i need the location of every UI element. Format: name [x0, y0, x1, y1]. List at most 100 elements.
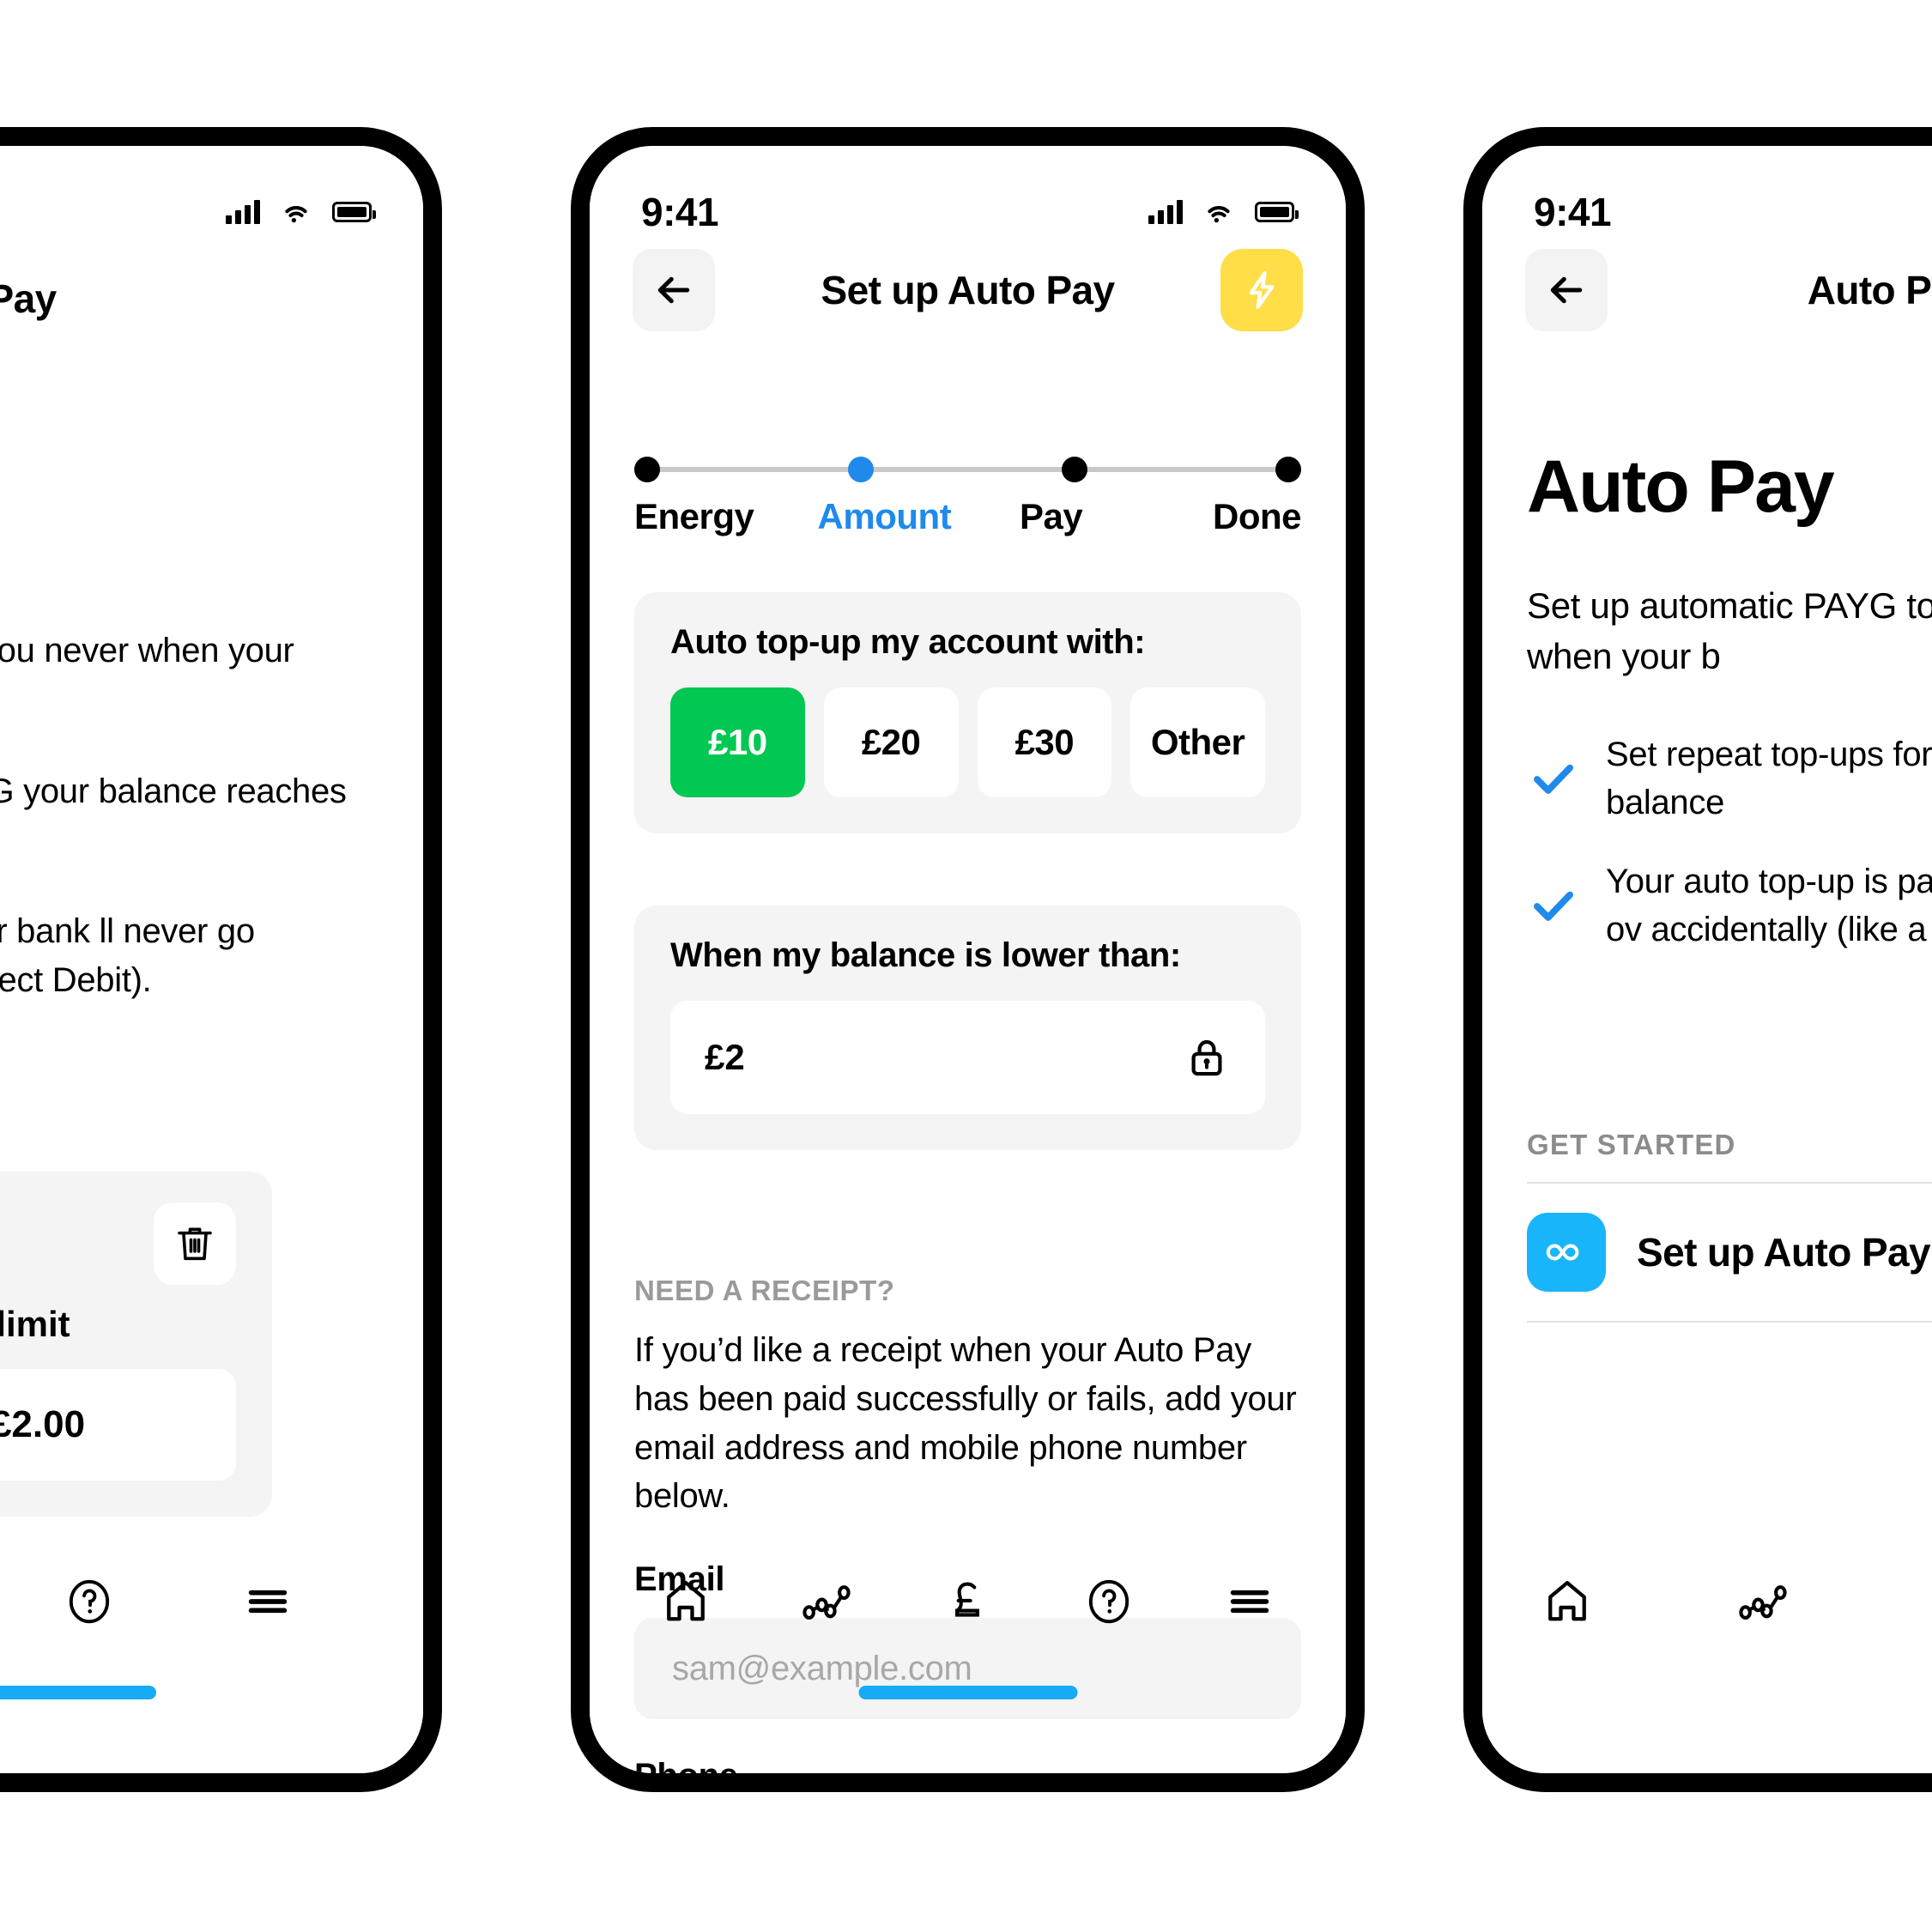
- infinity-icon: [1527, 1213, 1606, 1292]
- tab-payments[interactable]: [1925, 1568, 1932, 1635]
- amount-card: Auto top-up my account with: £10 £20 £30…: [634, 592, 1301, 833]
- hero-title: Auto Pay: [1527, 445, 1835, 528]
- tab-help[interactable]: [1075, 1568, 1142, 1635]
- signal-icon: [226, 200, 260, 224]
- get-started-section: GET STARTED Set up Auto Pay: [1527, 1129, 1932, 1323]
- back-button[interactable]: [633, 249, 715, 331]
- menu-icon: [1230, 1590, 1269, 1614]
- stepper-track: [634, 455, 1301, 484]
- tab-payments[interactable]: [934, 1568, 1001, 1635]
- phone-label: Phone: [634, 1757, 1301, 1773]
- signal-icon: [1148, 200, 1183, 224]
- tab-bar-right: [1482, 1550, 1932, 1653]
- left-body-text: c PAYG top-ups so you never when your ba…: [0, 627, 397, 1005]
- help-icon: [1088, 1579, 1129, 1624]
- page-title: Auto Pay: [1807, 268, 1932, 312]
- screen-middle: 9:41 Set up Auto Pay Energy Amount Pay D…: [590, 146, 1346, 1773]
- delete-button[interactable]: [154, 1202, 236, 1285]
- check-icon: [1534, 764, 1573, 794]
- tab-menu[interactable]: [234, 1568, 301, 1635]
- credit-limit-value[interactable]: £2.00: [0, 1369, 236, 1481]
- page-title: Set up Auto Pay: [821, 268, 1116, 312]
- benefit-text: Set repeat top-ups for yo meter when you…: [1606, 735, 1932, 821]
- stepper-dot-amount[interactable]: [848, 457, 874, 482]
- nav-header-right: Auto Pay: [1482, 247, 1932, 333]
- threshold-value: £2: [705, 1037, 745, 1077]
- chart-icon: [802, 1585, 851, 1620]
- amount-options: £10 £20 £30 Other: [670, 687, 1265, 797]
- paragraph-1: c PAYG top-ups so you never when your ba…: [0, 632, 294, 669]
- list-item: Set repeat top-ups for yo meter when you…: [1527, 730, 1932, 827]
- back-arrow-icon: [1550, 276, 1583, 304]
- status-bar-right: 9:41: [1482, 182, 1932, 242]
- wifi-icon: [1208, 206, 1230, 223]
- status-icons-left: [226, 200, 376, 224]
- amount-option-other[interactable]: Other: [1130, 687, 1265, 797]
- amount-option-30[interactable]: £30: [977, 687, 1112, 797]
- tab-usage[interactable]: [793, 1568, 860, 1635]
- home-icon: [1548, 1581, 1586, 1621]
- nav-header-mid: Set up Auto Pay: [590, 247, 1346, 333]
- phone-middle: 9:41 Set up Auto Pay Energy Amount Pay D…: [571, 127, 1365, 1792]
- wifi-icon: [285, 206, 307, 223]
- tab-menu[interactable]: [1216, 1568, 1283, 1635]
- amount-option-20[interactable]: £20: [823, 687, 959, 797]
- screenshot-canvas: 9:41 Auto Pay c PAYG top-ups so you neve…: [0, 0, 1932, 1932]
- trash-icon: [178, 1227, 212, 1261]
- lock-icon: [1191, 1040, 1222, 1076]
- home-icon: [667, 1581, 705, 1621]
- tab-home[interactable]: [1534, 1568, 1601, 1635]
- receipt-body: If you’d like a receipt when your Auto P…: [634, 1331, 1297, 1516]
- credit-limit-label: Credit limit: [0, 1304, 70, 1344]
- page-title: Auto Pay: [0, 276, 57, 321]
- chart-icon: [1739, 1585, 1787, 1620]
- tab-usage[interactable]: [1729, 1568, 1796, 1635]
- status-time-right: 9:41: [1534, 190, 1612, 234]
- home-indicator-mid: [858, 1686, 1077, 1699]
- back-button[interactable]: [1525, 249, 1608, 331]
- stepper-dots: [634, 457, 1301, 482]
- benefit-list: Set repeat top-ups for yo meter when you…: [1527, 730, 1932, 954]
- receipt-kicker: NEED A RECEIPT?: [634, 1275, 895, 1306]
- stepper-label-done: Done: [1213, 496, 1302, 536]
- stepper-labels: Energy Amount Pay Done: [634, 496, 1302, 537]
- threshold-card: When my balance is lower than: £2: [634, 905, 1301, 1150]
- screen-right: 9:41 Auto Pay Auto Pay Set up automatic …: [1482, 146, 1932, 1773]
- hero-lead: Set up automatic PAYG top-u forget to to…: [1527, 585, 1932, 676]
- status-bar-mid: 9:41: [590, 182, 1346, 242]
- credit-limit-card: Credit limit £2.00: [0, 1172, 272, 1517]
- list-item-label: Set up Auto Pay: [1637, 1230, 1931, 1275]
- phone-right: 9:41 Auto Pay Auto Pay Set up automatic …: [1463, 127, 1932, 1792]
- amount-card-title: Auto top-up my account with:: [670, 623, 1146, 661]
- amount-option-10[interactable]: £10: [670, 687, 805, 797]
- battery-icon: [1255, 202, 1299, 222]
- stepper-dot-pay[interactable]: [1062, 457, 1087, 482]
- status-icons-mid: [1148, 200, 1299, 224]
- stepper-label-amount: Amount: [817, 496, 952, 536]
- lightning-bolt-icon: [1249, 271, 1275, 309]
- stepper-dot-done[interactable]: [1275, 457, 1301, 482]
- help-icon: [69, 1579, 110, 1624]
- paragraph-3: p-up is paid with your bank ll never go …: [0, 912, 255, 999]
- threshold-field[interactable]: £2: [670, 1001, 1265, 1114]
- home-indicator-left: [0, 1686, 156, 1699]
- status-time: 9:41: [641, 190, 719, 234]
- phone-left: 9:41 Auto Pay c PAYG top-ups so you neve…: [0, 127, 442, 1792]
- tab-help[interactable]: [56, 1568, 123, 1635]
- paragraph-2: op-ups for your PAYG your balance reache…: [0, 772, 347, 810]
- stepper-label-pay: Pay: [1020, 496, 1083, 536]
- tab-home[interactable]: [652, 1568, 719, 1635]
- progress-stepper: Energy Amount Pay Done: [634, 455, 1302, 537]
- tab-bar-left: [0, 1550, 423, 1653]
- list-item-setup-auto-pay[interactable]: Set up Auto Pay: [1527, 1182, 1932, 1323]
- right-body: Auto Pay Set up automatic PAYG top-u for…: [1527, 445, 1932, 954]
- list-item: Your auto top-up is paid card, so you’ll…: [1527, 857, 1932, 954]
- check-icon: [1534, 891, 1573, 921]
- menu-icon: [248, 1590, 288, 1614]
- tab-bar-mid: [590, 1550, 1346, 1653]
- stepper-dot-energy[interactable]: [634, 457, 660, 482]
- back-arrow-icon: [657, 276, 690, 304]
- boost-button[interactable]: [1220, 249, 1303, 331]
- threshold-card-title: When my balance is lower than:: [670, 936, 1181, 974]
- nav-header-left: Auto Pay: [0, 256, 423, 342]
